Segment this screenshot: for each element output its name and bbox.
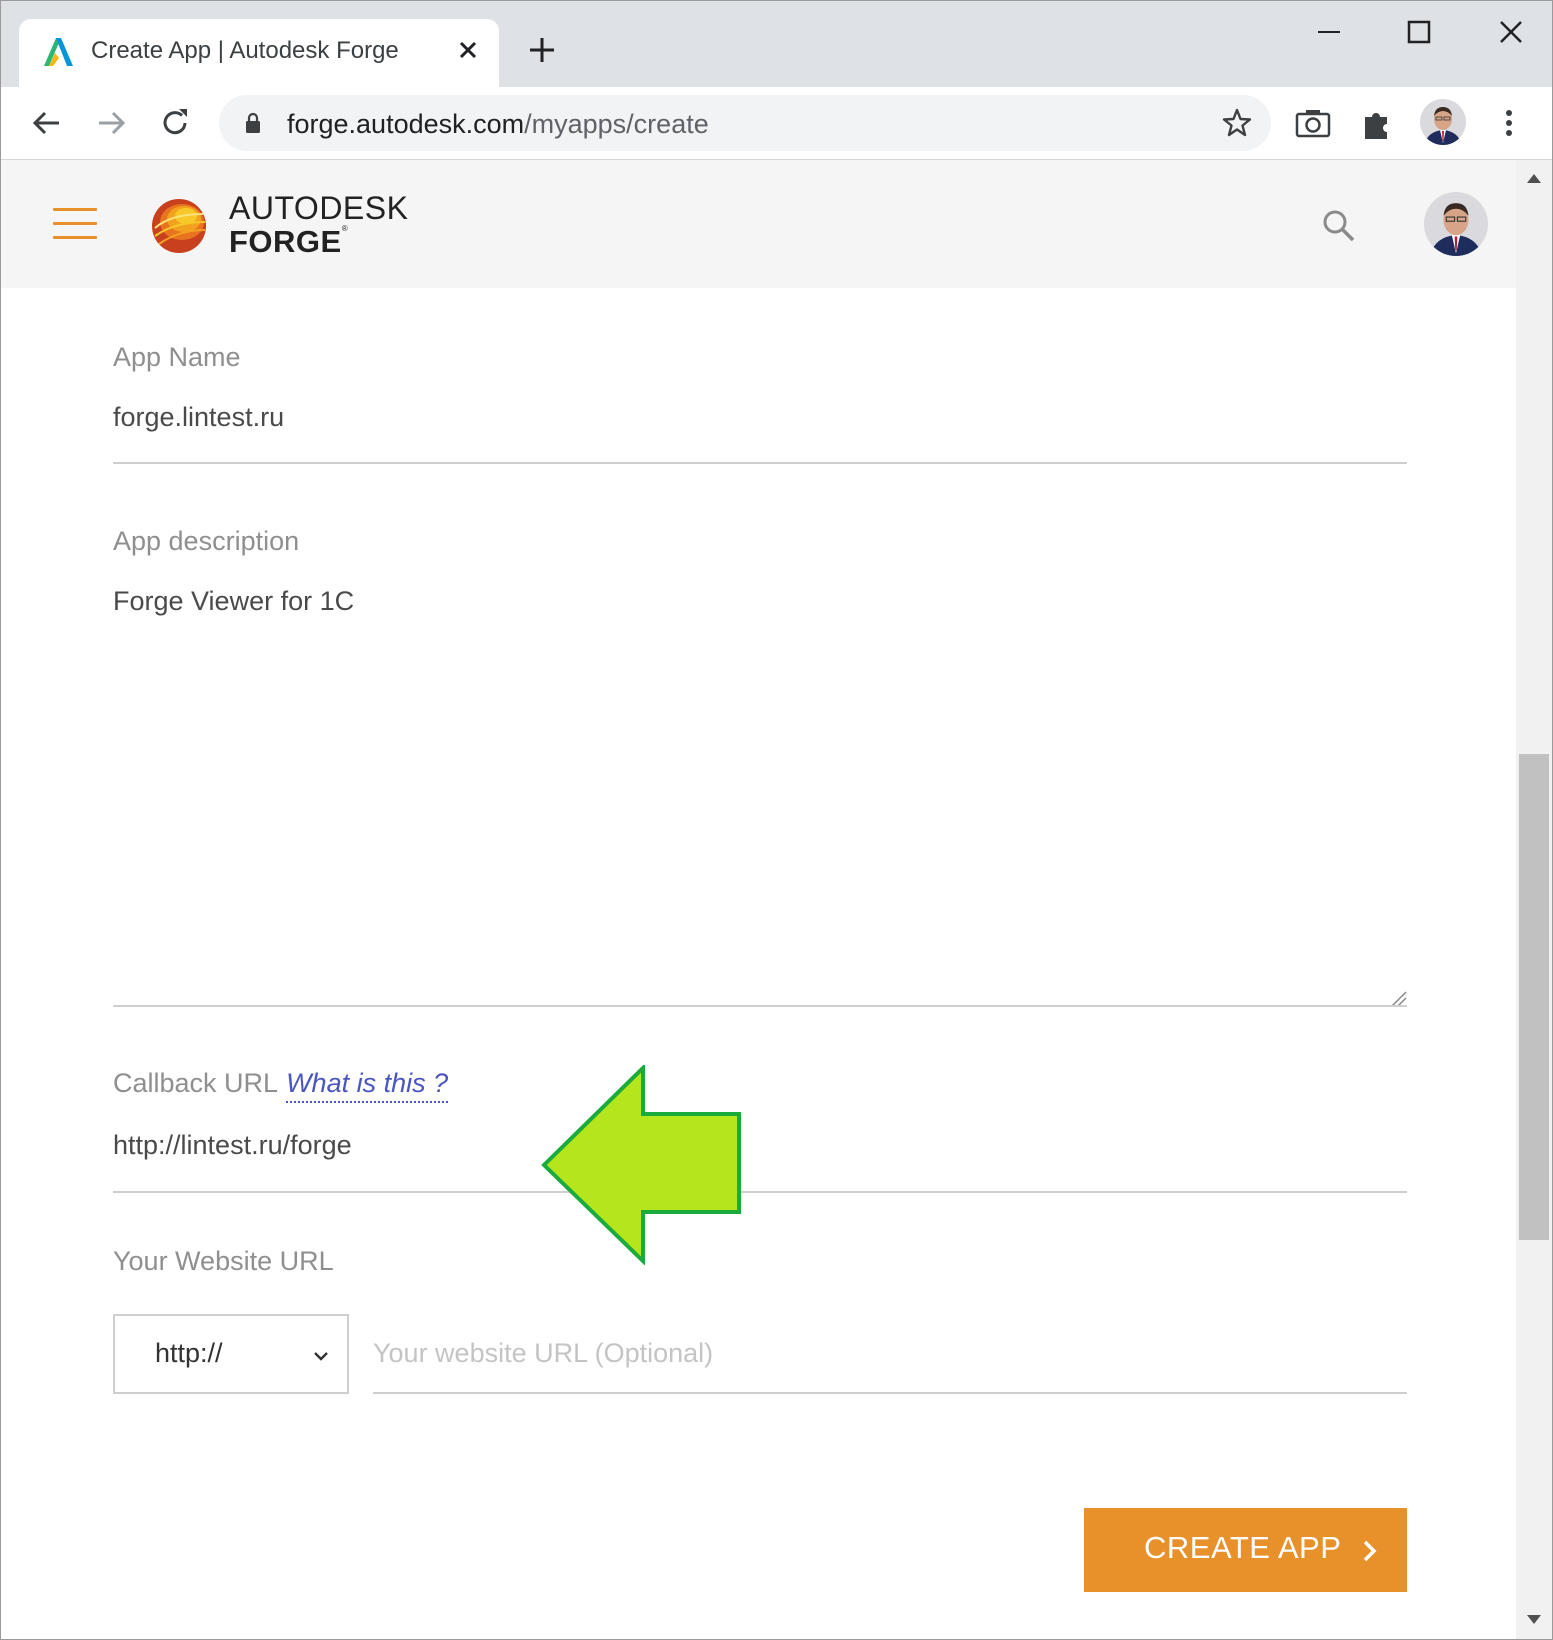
browser-toolbar: forge.autodesk.com/myapps/create [1,87,1552,160]
scroll-down-arrow-icon[interactable] [1526,1614,1542,1626]
more-vert-icon[interactable] [1489,103,1529,143]
chevron-right-icon [1363,1540,1377,1562]
callback-url-label: Callback URL What is this ? [113,1068,449,1103]
scrollbar-thumb[interactable] [1519,754,1549,1240]
url-text: forge.autodesk.com/myapps/create [287,109,709,140]
protocol-select[interactable]: http:// [113,1314,349,1394]
app-description-label: App description [113,526,300,556]
brand-forge[interactable]: FORGE® [229,224,348,260]
avatar[interactable] [1420,99,1466,145]
callback-url-underline [113,1191,1407,1193]
app-name-underline [113,462,1407,464]
search-icon[interactable] [1319,206,1359,246]
avatar[interactable] [1424,192,1488,256]
chevron-down-icon [314,1352,328,1361]
left-arrow-callout-icon [541,1065,741,1265]
website-url-input[interactable]: Your website URL (Optional) [373,1338,713,1369]
brand-autodesk[interactable]: AUTODESK [229,190,408,227]
plus-icon[interactable] [525,33,559,67]
what-is-this-link[interactable]: What is this ? [286,1068,449,1103]
scroll-up-arrow-icon[interactable] [1526,172,1542,184]
callback-url-field[interactable]: http://lintest.ru/forge [113,1130,352,1161]
close-icon[interactable] [451,33,485,67]
minimize-icon[interactable] [1306,15,1352,49]
star-icon[interactable] [1221,107,1253,139]
forge-logo-icon[interactable] [149,194,209,254]
registered-mark: ® [341,224,349,233]
create-app-button[interactable]: CREATE APP [1084,1508,1407,1592]
browser-window: Create App | Autodesk Forge forge.autode… [0,0,1553,1640]
camera-icon[interactable] [1293,103,1333,143]
website-url-underline [373,1392,1407,1394]
address-bar[interactable]: forge.autodesk.com/myapps/create [219,95,1271,151]
callback-url-label-text: Callback URL [113,1068,279,1098]
url-path: /myapps/create [524,109,709,139]
app-description-field[interactable]: Forge Viewer for 1C [113,586,354,617]
protocol-select-value: http:// [155,1338,223,1368]
maximize-icon[interactable] [1396,15,1442,49]
hamburger-icon[interactable] [53,208,97,242]
autodesk-favicon-icon [44,38,73,66]
close-icon[interactable] [1488,15,1534,49]
tab-strip: Create App | Autodesk Forge [1,1,1552,87]
app-name-label: App Name [113,342,241,372]
app-name-field[interactable]: forge.lintest.ru [113,402,284,433]
puzzle-icon[interactable] [1357,103,1397,143]
create-app-button-label: CREATE APP [1144,1530,1342,1565]
back-arrow-icon[interactable] [27,103,67,143]
hamburger-line [53,236,97,239]
hamburger-line [53,208,97,211]
page-viewport: AUTODESK FORGE® App Name forge.lintest.r… [1,160,1516,1639]
tab-title: Create App | Autodesk Forge [91,37,399,64]
lock-icon[interactable] [241,111,265,135]
profile-photo-icon [1424,192,1488,256]
site-header: AUTODESK FORGE® [1,160,1516,288]
forward-arrow-icon[interactable] [91,103,131,143]
brand-forge-text: FORGE [229,224,342,259]
url-host: forge.autodesk.com [287,109,525,139]
website-url-label: Your Website URL [113,1246,334,1276]
app-description-underline [113,1005,1407,1007]
hamburger-line [53,222,97,225]
vertical-scrollbar[interactable] [1516,160,1552,1639]
reload-icon[interactable] [155,103,195,143]
browser-tab[interactable]: Create App | Autodesk Forge [19,19,499,87]
profile-photo-icon [1420,99,1466,145]
